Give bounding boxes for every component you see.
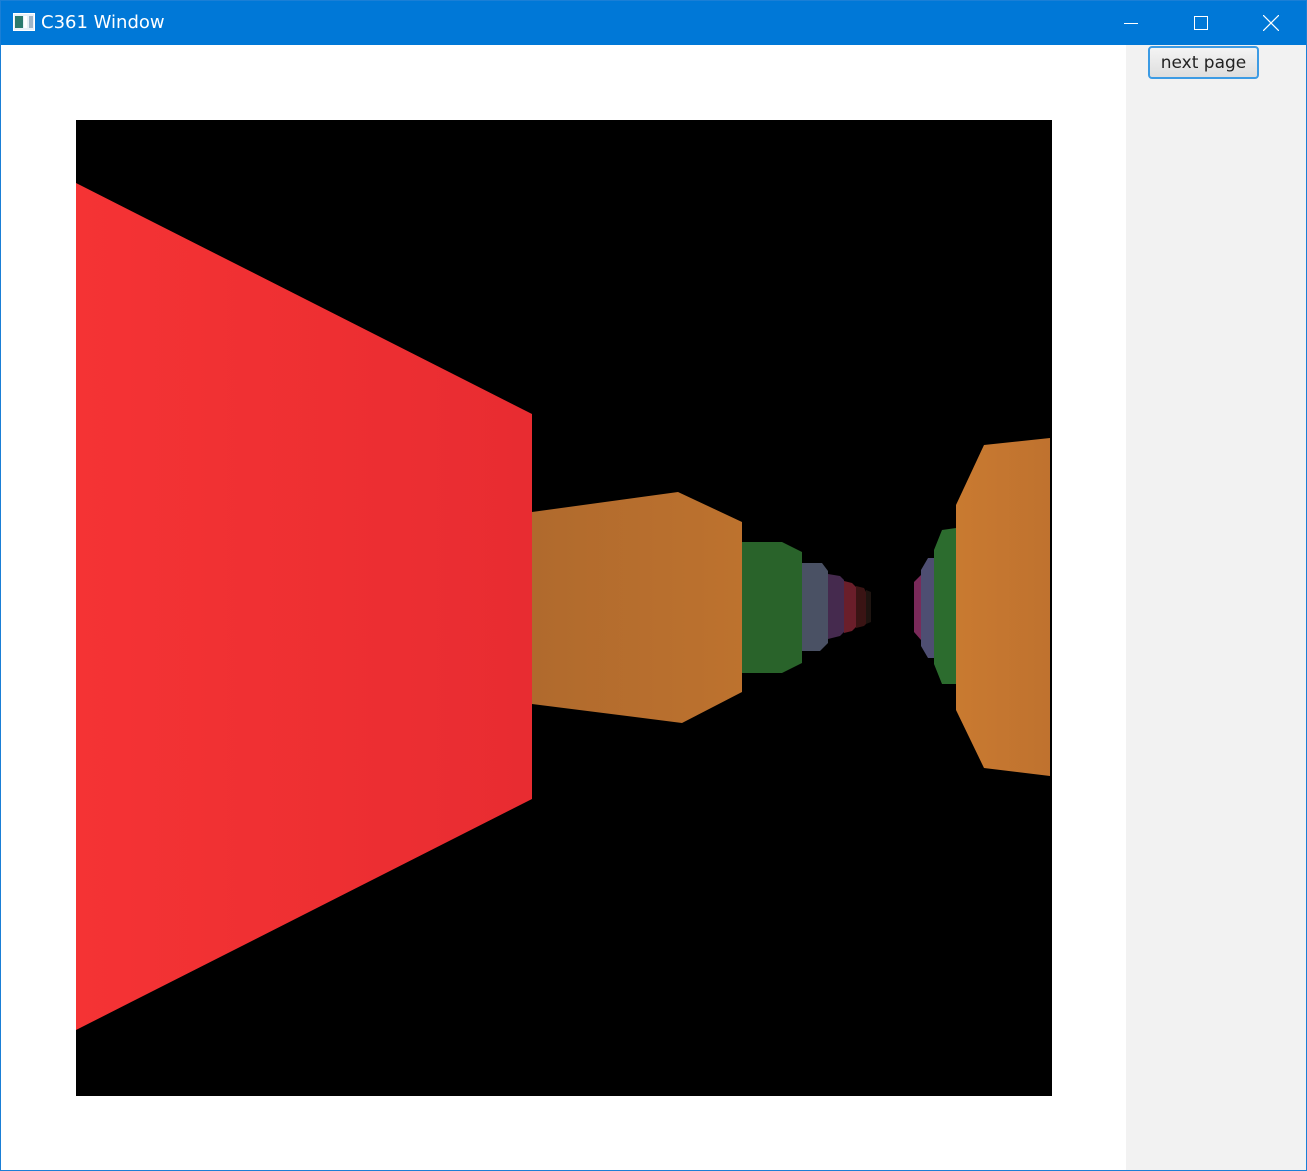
next-page-button[interactable]: next page (1148, 46, 1259, 79)
tail-block (866, 590, 871, 624)
side-panel: next page (1126, 45, 1306, 1170)
orange-block (532, 492, 742, 723)
dark-red-block (856, 586, 866, 628)
right-green-block (934, 528, 956, 684)
right-gray-block (921, 558, 934, 658)
title-bar[interactable]: C361 Window (1, 1, 1306, 45)
maximize-icon (1194, 16, 1208, 30)
close-button[interactable] (1236, 1, 1306, 45)
window-title: C361 Window (41, 12, 165, 33)
render-canvas[interactable] (76, 120, 1052, 1096)
green-block (742, 542, 802, 673)
maximize-button[interactable] (1166, 1, 1236, 45)
minimize-icon (1124, 23, 1138, 24)
app-icon (13, 13, 35, 31)
gray-block (802, 563, 828, 651)
red-block (844, 581, 856, 633)
scene-svg (76, 120, 1052, 1096)
app-window: C361 Window next page (0, 0, 1307, 1171)
minimize-button[interactable] (1096, 1, 1166, 45)
right-orange-block (956, 438, 1050, 776)
client-area: next page (1, 45, 1306, 1170)
close-icon (1263, 15, 1279, 31)
purple-block (828, 574, 844, 639)
